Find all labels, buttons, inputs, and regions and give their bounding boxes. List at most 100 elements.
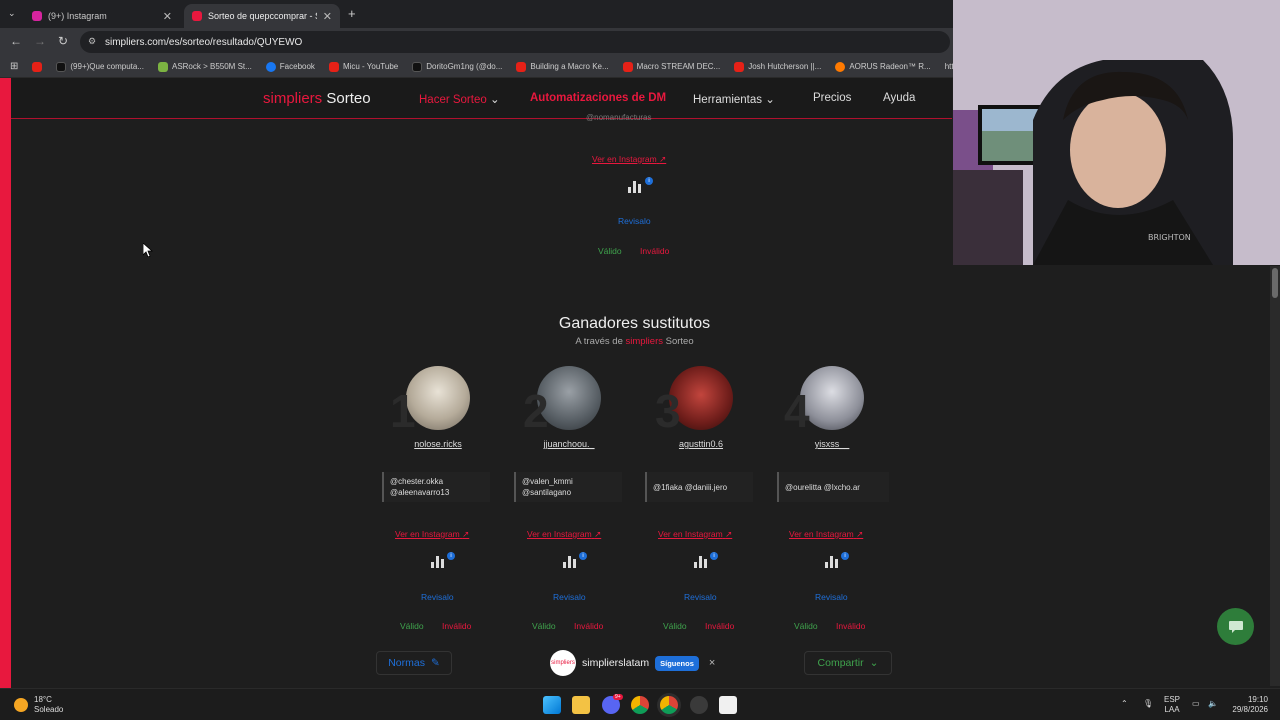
compartir-button[interactable]: Compartir ⌄	[804, 651, 892, 675]
invalido-button[interactable]: Inválido	[705, 621, 734, 631]
follow-button[interactable]: Síguenos	[655, 655, 699, 671]
network-icon[interactable]: ▭	[1192, 699, 1200, 709]
follow-banner: simpliers simplierslatam Síguenos ×	[550, 650, 720, 676]
valido-button[interactable]: Válido	[663, 621, 687, 631]
bookmark-youtube[interactable]	[32, 61, 43, 72]
simpliers-avatar[interactable]: simpliers	[550, 650, 576, 676]
apps-grid-icon[interactable]: ⊞	[10, 61, 18, 72]
winner-username[interactable]: yisxss__	[772, 439, 892, 449]
close-tab-icon[interactable]: ✕	[323, 10, 332, 23]
avatar[interactable]	[406, 366, 470, 430]
follow-account[interactable]: simplierslatam	[582, 657, 649, 669]
site-info-icon[interactable]: ⚙	[88, 36, 96, 47]
capcut-icon[interactable]	[719, 696, 737, 714]
bookmark-item[interactable]: Micu - YouTube	[328, 61, 399, 72]
obs-icon[interactable]	[690, 696, 708, 714]
bookmark-label: Micu - YouTube	[342, 62, 399, 71]
nav-hacer-sorteo[interactable]: Hacer Sorteo ⌄	[419, 92, 500, 106]
bookmark-item[interactable]: ASRock > B550M St...	[157, 61, 252, 72]
valido-button[interactable]: Válido	[532, 621, 556, 631]
instagram-link[interactable]: Ver en Instagram ↗	[658, 529, 732, 540]
forward-icon[interactable]: →	[34, 34, 46, 48]
chrome-icon-active[interactable]	[660, 696, 678, 714]
tab-simpliers[interactable]: Sorteo de quepccomprar - Simp ✕	[184, 4, 340, 28]
scroll-thumb[interactable]	[1272, 268, 1278, 298]
mention-line: @valen_kmmi	[522, 477, 573, 486]
instagram-link[interactable]: Ver en Instagram ↗	[527, 529, 601, 540]
chrome-icon[interactable]	[631, 696, 649, 714]
instagram-link[interactable]: Ver en Instagram ↗	[395, 529, 469, 540]
tray-chevron-icon[interactable]: ⌃	[1121, 699, 1128, 709]
revisalo-link[interactable]: Revisalo	[553, 592, 586, 602]
stats-icon[interactable]	[628, 181, 642, 193]
new-tab-button[interactable]: +	[348, 6, 356, 21]
chat-button[interactable]	[1217, 608, 1254, 645]
instagram-icon	[32, 11, 42, 21]
nav-precios[interactable]: Precios	[813, 92, 851, 104]
normas-button[interactable]: Normas ✎	[376, 651, 452, 675]
winner-mentions: @chester.okka @aleenavarro13	[382, 472, 490, 502]
bookmark-item[interactable]: Building a Macro Ke...	[516, 61, 609, 72]
winner-mentions: @ourelitta @lxcho.ar	[777, 472, 889, 502]
bookmark-item[interactable]: AORUS Radeon™ R...	[835, 61, 931, 72]
site-logo[interactable]: simpliers Sorteo	[263, 90, 371, 107]
microphone-icon[interactable]: 🎙	[1143, 699, 1153, 709]
valido-button[interactable]: Válido	[400, 621, 424, 631]
bookmark-item[interactable]: Josh Hutcherson ||...	[734, 61, 821, 72]
bookmark-item[interactable]: DoritoGm1ng (@do...	[412, 61, 502, 72]
invalido-button[interactable]: Inválido	[836, 621, 865, 631]
winner-card: 4 yisxss__	[772, 366, 892, 449]
temperature: 18°C	[34, 695, 52, 704]
revisalo-link[interactable]: Revisalo	[684, 592, 717, 602]
back-icon[interactable]: ←	[10, 34, 22, 48]
reload-icon[interactable]: ↻	[58, 34, 68, 48]
stats-icon[interactable]	[694, 556, 708, 568]
page-scrollbar[interactable]	[1270, 266, 1280, 686]
nav-ayuda[interactable]: Ayuda	[883, 92, 915, 104]
valido-button[interactable]: Válido	[794, 621, 818, 631]
time: 19:10	[1247, 695, 1268, 704]
volume-icon[interactable]: 🔈	[1208, 699, 1218, 709]
close-icon[interactable]: ×	[709, 657, 715, 669]
top-winner-instagram-link[interactable]: Ver en Instagram ↗	[592, 154, 666, 165]
bookmark-item[interactable]: Facebook	[265, 61, 315, 72]
url-input[interactable]: ⚙ simpliers.com/es/sorteo/resultado/QUYE…	[80, 31, 950, 53]
windows-start-icon[interactable]	[543, 696, 561, 714]
lang-primary: ESP	[1164, 695, 1181, 704]
winner-username[interactable]: agusttin0.6	[641, 439, 761, 449]
top-winner-invalido[interactable]: Inválido	[640, 246, 669, 256]
date: 29/8/2026	[1232, 705, 1268, 714]
winner-card: 2 jjuanchoou._	[509, 366, 629, 449]
svg-text:BRIGHTON: BRIGHTON	[1148, 233, 1191, 242]
stats-icon[interactable]	[563, 556, 577, 568]
close-tab-icon[interactable]: ✕	[163, 10, 172, 23]
invalido-button[interactable]: Inválido	[442, 621, 471, 631]
tab-search-chevron-icon[interactable]: ⌄	[8, 8, 16, 19]
top-winner-revisalo[interactable]: Revisalo	[618, 216, 651, 226]
discord-badge: 9+	[613, 694, 623, 700]
subtitle-suffix: Sorteo	[663, 336, 694, 347]
section-title: Ganadores sustitutos	[558, 315, 711, 332]
bookmark-item[interactable]: (99+)Que computa...	[56, 61, 144, 72]
clock[interactable]: 19:10 29/8/2026	[1224, 695, 1268, 715]
instagram-link[interactable]: Ver en Instagram ↗	[789, 529, 863, 540]
revisalo-link[interactable]: Revisalo	[421, 592, 454, 602]
winner-username[interactable]: nolose.ricks	[378, 439, 498, 449]
invalido-button[interactable]: Inválido	[574, 621, 603, 631]
stats-icon[interactable]	[431, 556, 445, 568]
file-explorer-icon[interactable]	[572, 696, 590, 714]
top-winner-valido[interactable]: Válido	[598, 246, 622, 256]
chevron-down-icon: ⌄	[489, 94, 500, 106]
chevron-down-icon: ⌄	[765, 94, 775, 106]
winner-username[interactable]: jjuanchoou._	[509, 439, 629, 449]
language-indicator[interactable]: ESP LAA	[1164, 695, 1180, 715]
revisalo-link[interactable]: Revisalo	[815, 592, 848, 602]
weather-widget[interactable]: 18°C Soleado	[14, 695, 63, 715]
nav-automatizaciones[interactable]: Automatizaciones de DM	[530, 92, 666, 104]
tab-instagram[interactable]: (9+) Instagram ✕	[24, 4, 180, 28]
nav-herramientas[interactable]: Herramientas ⌄	[693, 92, 775, 106]
stats-icon[interactable]	[825, 556, 839, 568]
youtube-icon	[32, 61, 43, 72]
mention-line: @santilagano	[522, 488, 572, 497]
bookmark-item[interactable]: Macro STREAM DEC...	[622, 61, 720, 72]
